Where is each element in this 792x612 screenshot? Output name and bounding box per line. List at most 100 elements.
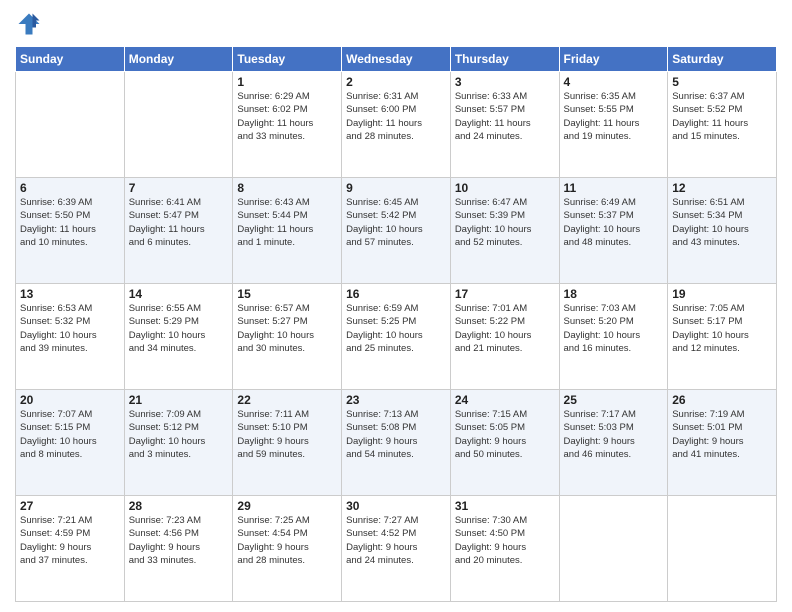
weekday-row: SundayMondayTuesdayWednesdayThursdayFrid… bbox=[16, 47, 777, 72]
calendar-cell: 20Sunrise: 7:07 AM Sunset: 5:15 PM Dayli… bbox=[16, 390, 125, 496]
calendar-cell: 9Sunrise: 6:45 AM Sunset: 5:42 PM Daylig… bbox=[342, 178, 451, 284]
day-info: Sunrise: 6:37 AM Sunset: 5:52 PM Dayligh… bbox=[672, 90, 772, 143]
day-info: Sunrise: 6:57 AM Sunset: 5:27 PM Dayligh… bbox=[237, 302, 337, 355]
logo-icon bbox=[15, 10, 43, 38]
day-info: Sunrise: 6:55 AM Sunset: 5:29 PM Dayligh… bbox=[129, 302, 229, 355]
calendar-cell: 28Sunrise: 7:23 AM Sunset: 4:56 PM Dayli… bbox=[124, 496, 233, 602]
weekday-header-monday: Monday bbox=[124, 47, 233, 72]
calendar-cell: 1Sunrise: 6:29 AM Sunset: 6:02 PM Daylig… bbox=[233, 72, 342, 178]
day-info: Sunrise: 7:17 AM Sunset: 5:03 PM Dayligh… bbox=[564, 408, 664, 461]
day-info: Sunrise: 6:51 AM Sunset: 5:34 PM Dayligh… bbox=[672, 196, 772, 249]
day-number: 7 bbox=[129, 181, 229, 195]
week-row-2: 6Sunrise: 6:39 AM Sunset: 5:50 PM Daylig… bbox=[16, 178, 777, 284]
day-info: Sunrise: 7:27 AM Sunset: 4:52 PM Dayligh… bbox=[346, 514, 446, 567]
calendar-cell: 8Sunrise: 6:43 AM Sunset: 5:44 PM Daylig… bbox=[233, 178, 342, 284]
calendar-cell bbox=[668, 496, 777, 602]
day-number: 14 bbox=[129, 287, 229, 301]
day-info: Sunrise: 7:11 AM Sunset: 5:10 PM Dayligh… bbox=[237, 408, 337, 461]
weekday-header-friday: Friday bbox=[559, 47, 668, 72]
day-number: 17 bbox=[455, 287, 555, 301]
calendar-cell: 19Sunrise: 7:05 AM Sunset: 5:17 PM Dayli… bbox=[668, 284, 777, 390]
day-number: 29 bbox=[237, 499, 337, 513]
day-number: 25 bbox=[564, 393, 664, 407]
day-number: 4 bbox=[564, 75, 664, 89]
day-info: Sunrise: 6:59 AM Sunset: 5:25 PM Dayligh… bbox=[346, 302, 446, 355]
day-info: Sunrise: 6:41 AM Sunset: 5:47 PM Dayligh… bbox=[129, 196, 229, 249]
day-number: 21 bbox=[129, 393, 229, 407]
day-info: Sunrise: 6:31 AM Sunset: 6:00 PM Dayligh… bbox=[346, 90, 446, 143]
day-number: 8 bbox=[237, 181, 337, 195]
day-number: 10 bbox=[455, 181, 555, 195]
day-info: Sunrise: 7:01 AM Sunset: 5:22 PM Dayligh… bbox=[455, 302, 555, 355]
calendar-header: SundayMondayTuesdayWednesdayThursdayFrid… bbox=[16, 47, 777, 72]
calendar-cell: 12Sunrise: 6:51 AM Sunset: 5:34 PM Dayli… bbox=[668, 178, 777, 284]
weekday-header-tuesday: Tuesday bbox=[233, 47, 342, 72]
calendar-cell: 3Sunrise: 6:33 AM Sunset: 5:57 PM Daylig… bbox=[450, 72, 559, 178]
weekday-header-saturday: Saturday bbox=[668, 47, 777, 72]
day-info: Sunrise: 7:19 AM Sunset: 5:01 PM Dayligh… bbox=[672, 408, 772, 461]
day-number: 26 bbox=[672, 393, 772, 407]
calendar-cell: 5Sunrise: 6:37 AM Sunset: 5:52 PM Daylig… bbox=[668, 72, 777, 178]
day-info: Sunrise: 7:25 AM Sunset: 4:54 PM Dayligh… bbox=[237, 514, 337, 567]
day-info: Sunrise: 7:03 AM Sunset: 5:20 PM Dayligh… bbox=[564, 302, 664, 355]
day-info: Sunrise: 6:39 AM Sunset: 5:50 PM Dayligh… bbox=[20, 196, 120, 249]
day-info: Sunrise: 6:43 AM Sunset: 5:44 PM Dayligh… bbox=[237, 196, 337, 249]
day-number: 30 bbox=[346, 499, 446, 513]
day-number: 18 bbox=[564, 287, 664, 301]
calendar-cell: 27Sunrise: 7:21 AM Sunset: 4:59 PM Dayli… bbox=[16, 496, 125, 602]
day-number: 24 bbox=[455, 393, 555, 407]
day-number: 3 bbox=[455, 75, 555, 89]
day-number: 16 bbox=[346, 287, 446, 301]
day-info: Sunrise: 6:53 AM Sunset: 5:32 PM Dayligh… bbox=[20, 302, 120, 355]
day-number: 31 bbox=[455, 499, 555, 513]
calendar-cell: 17Sunrise: 7:01 AM Sunset: 5:22 PM Dayli… bbox=[450, 284, 559, 390]
day-info: Sunrise: 6:33 AM Sunset: 5:57 PM Dayligh… bbox=[455, 90, 555, 143]
day-number: 23 bbox=[346, 393, 446, 407]
calendar-cell: 14Sunrise: 6:55 AM Sunset: 5:29 PM Dayli… bbox=[124, 284, 233, 390]
day-number: 27 bbox=[20, 499, 120, 513]
day-info: Sunrise: 7:13 AM Sunset: 5:08 PM Dayligh… bbox=[346, 408, 446, 461]
day-number: 5 bbox=[672, 75, 772, 89]
calendar-cell: 21Sunrise: 7:09 AM Sunset: 5:12 PM Dayli… bbox=[124, 390, 233, 496]
day-info: Sunrise: 7:30 AM Sunset: 4:50 PM Dayligh… bbox=[455, 514, 555, 567]
calendar-cell: 31Sunrise: 7:30 AM Sunset: 4:50 PM Dayli… bbox=[450, 496, 559, 602]
calendar-cell: 29Sunrise: 7:25 AM Sunset: 4:54 PM Dayli… bbox=[233, 496, 342, 602]
calendar-cell: 18Sunrise: 7:03 AM Sunset: 5:20 PM Dayli… bbox=[559, 284, 668, 390]
day-number: 22 bbox=[237, 393, 337, 407]
day-info: Sunrise: 7:21 AM Sunset: 4:59 PM Dayligh… bbox=[20, 514, 120, 567]
header bbox=[15, 10, 777, 38]
calendar-cell: 4Sunrise: 6:35 AM Sunset: 5:55 PM Daylig… bbox=[559, 72, 668, 178]
week-row-4: 20Sunrise: 7:07 AM Sunset: 5:15 PM Dayli… bbox=[16, 390, 777, 496]
day-number: 13 bbox=[20, 287, 120, 301]
day-number: 28 bbox=[129, 499, 229, 513]
day-info: Sunrise: 6:45 AM Sunset: 5:42 PM Dayligh… bbox=[346, 196, 446, 249]
calendar-cell: 15Sunrise: 6:57 AM Sunset: 5:27 PM Dayli… bbox=[233, 284, 342, 390]
day-number: 11 bbox=[564, 181, 664, 195]
day-number: 15 bbox=[237, 287, 337, 301]
calendar-cell bbox=[559, 496, 668, 602]
day-number: 6 bbox=[20, 181, 120, 195]
calendar-cell: 6Sunrise: 6:39 AM Sunset: 5:50 PM Daylig… bbox=[16, 178, 125, 284]
weekday-header-sunday: Sunday bbox=[16, 47, 125, 72]
day-info: Sunrise: 7:23 AM Sunset: 4:56 PM Dayligh… bbox=[129, 514, 229, 567]
day-number: 9 bbox=[346, 181, 446, 195]
calendar-cell: 30Sunrise: 7:27 AM Sunset: 4:52 PM Dayli… bbox=[342, 496, 451, 602]
weekday-header-thursday: Thursday bbox=[450, 47, 559, 72]
calendar-cell: 13Sunrise: 6:53 AM Sunset: 5:32 PM Dayli… bbox=[16, 284, 125, 390]
week-row-3: 13Sunrise: 6:53 AM Sunset: 5:32 PM Dayli… bbox=[16, 284, 777, 390]
day-info: Sunrise: 6:35 AM Sunset: 5:55 PM Dayligh… bbox=[564, 90, 664, 143]
calendar-cell: 7Sunrise: 6:41 AM Sunset: 5:47 PM Daylig… bbox=[124, 178, 233, 284]
day-number: 19 bbox=[672, 287, 772, 301]
calendar-cell: 10Sunrise: 6:47 AM Sunset: 5:39 PM Dayli… bbox=[450, 178, 559, 284]
logo bbox=[15, 10, 47, 38]
week-row-5: 27Sunrise: 7:21 AM Sunset: 4:59 PM Dayli… bbox=[16, 496, 777, 602]
week-row-1: 1Sunrise: 6:29 AM Sunset: 6:02 PM Daylig… bbox=[16, 72, 777, 178]
day-number: 2 bbox=[346, 75, 446, 89]
day-info: Sunrise: 6:49 AM Sunset: 5:37 PM Dayligh… bbox=[564, 196, 664, 249]
calendar-cell bbox=[124, 72, 233, 178]
day-number: 1 bbox=[237, 75, 337, 89]
day-info: Sunrise: 7:15 AM Sunset: 5:05 PM Dayligh… bbox=[455, 408, 555, 461]
calendar-cell: 22Sunrise: 7:11 AM Sunset: 5:10 PM Dayli… bbox=[233, 390, 342, 496]
day-info: Sunrise: 7:09 AM Sunset: 5:12 PM Dayligh… bbox=[129, 408, 229, 461]
calendar-cell bbox=[16, 72, 125, 178]
